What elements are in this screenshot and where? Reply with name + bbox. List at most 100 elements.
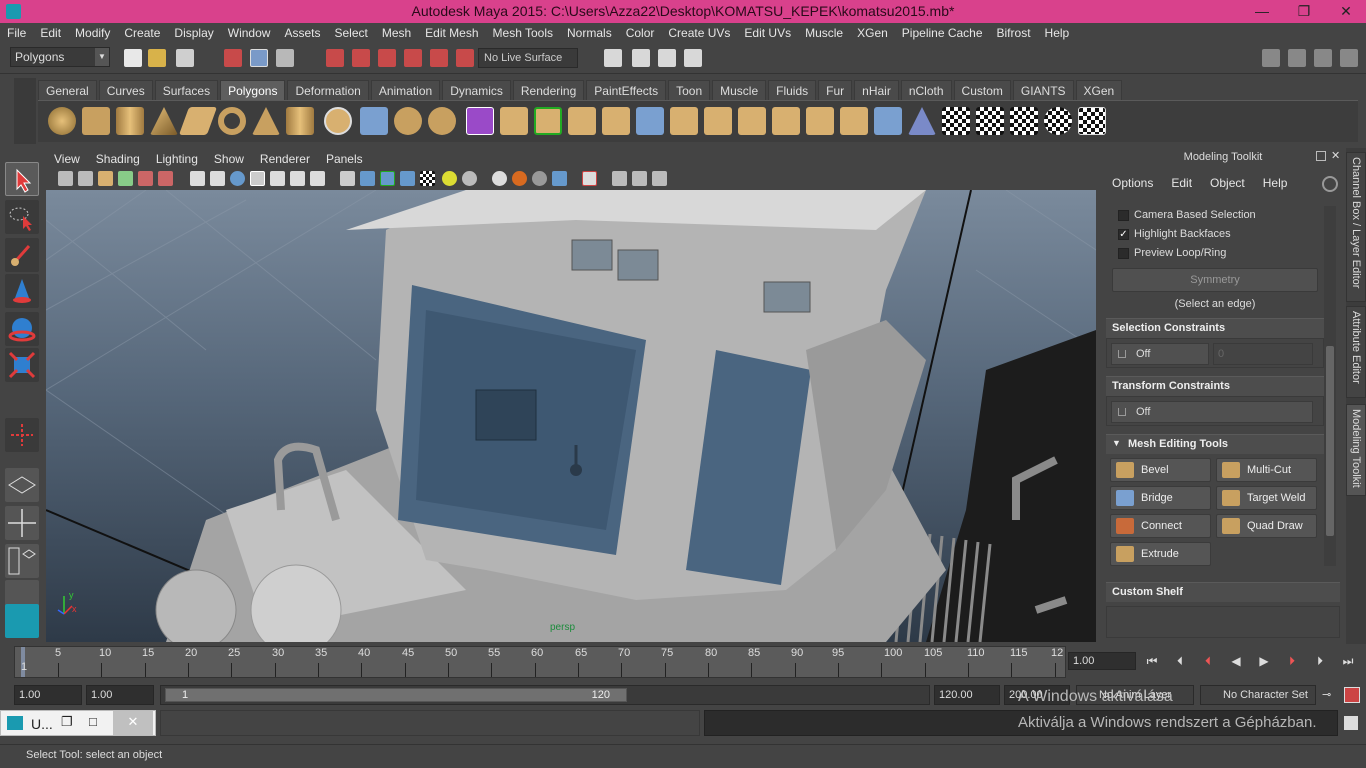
safe-action-icon[interactable] [652, 171, 667, 186]
extrude-button[interactable]: Extrude [1110, 542, 1211, 566]
preferences-icon[interactable] [1344, 687, 1360, 703]
toolkit-menu-object[interactable]: Object [1198, 172, 1251, 190]
menu-muscle[interactable]: Muscle [798, 23, 850, 40]
bridge-shelf-icon[interactable] [534, 107, 562, 135]
select-component-icon[interactable] [276, 49, 294, 67]
snap-surface-icon[interactable] [430, 49, 448, 67]
close-button[interactable]: ✕ [1326, 0, 1366, 23]
xray-joints-icon[interactable] [380, 171, 395, 186]
shelf-tab-surfaces[interactable]: Surfaces [154, 80, 219, 100]
menu-help[interactable]: Help [1038, 23, 1077, 40]
mel-command-input[interactable] [160, 710, 700, 736]
camera-based-selection-checkbox[interactable] [1118, 210, 1129, 221]
automatic-mapping-icon[interactable] [976, 107, 1004, 135]
poly-sphere-icon[interactable] [48, 107, 76, 135]
connect-button[interactable]: Connect [1110, 514, 1211, 538]
menu-file[interactable]: File [0, 23, 33, 40]
grid-icon[interactable] [138, 171, 153, 186]
cylindrical-mapping-icon[interactable] [908, 107, 936, 135]
checker-map-icon[interactable] [1078, 107, 1106, 135]
menu-mesh[interactable]: Mesh [375, 23, 418, 40]
step-forward-frame-icon[interactable]: ⏵ [1310, 652, 1330, 670]
menu-select[interactable]: Select [327, 23, 374, 40]
layout-uvs-icon[interactable] [1010, 107, 1038, 135]
poly-cone-icon[interactable] [150, 107, 178, 135]
outliner-layout-icon[interactable] [5, 544, 39, 578]
last-tool-icon[interactable] [5, 418, 39, 452]
custom-shelf-header[interactable]: Custom Shelf [1106, 582, 1340, 602]
close-panel-icon[interactable]: ✕ [1331, 149, 1343, 162]
duplicate-face-icon[interactable] [840, 107, 868, 135]
render-settings-icon[interactable] [658, 49, 676, 67]
shelf-tab-deformation[interactable]: Deformation [287, 80, 369, 100]
vp-menu-view[interactable]: View [46, 150, 88, 166]
ipr-render-icon[interactable] [632, 49, 650, 67]
transform-constraints-header[interactable]: Transform Constraints [1106, 376, 1324, 396]
average-vertices-icon[interactable] [500, 107, 528, 135]
menu-assets[interactable]: Assets [277, 23, 327, 40]
time-ruler[interactable]: 1 5 10 15 20 25 30 35 40 45 50 55 60 65 … [14, 646, 1066, 678]
highlight-backfaces-row[interactable]: ✓ Highlight Backfaces [1106, 225, 1324, 244]
shelf-menu-control[interactable] [14, 78, 36, 144]
current-frame-field[interactable]: 1.00 [1068, 652, 1136, 670]
range-bar[interactable]: 1 120 [160, 685, 930, 705]
modeling-toolkit-toggle-icon[interactable] [1262, 49, 1280, 67]
toolkit-menu-edit[interactable]: Edit [1159, 172, 1198, 190]
toolkit-menu-options[interactable]: Options [1100, 172, 1159, 190]
poly-cube-icon[interactable] [82, 107, 110, 135]
use-all-lights-icon[interactable] [250, 171, 265, 186]
preview-loop-ring-checkbox[interactable] [1118, 248, 1129, 259]
xray-active-icon[interactable] [360, 171, 375, 186]
playback-start-field[interactable]: 1.00 [86, 685, 154, 705]
select-object-icon[interactable] [250, 49, 268, 67]
vp-menu-renderer[interactable]: Renderer [252, 150, 318, 166]
restore-small-icon[interactable]: ❐ [61, 714, 73, 730]
play-forwards-icon[interactable]: ▶ [1254, 652, 1274, 670]
tab-channel-box[interactable]: Channel Box / Layer Editor [1346, 152, 1366, 302]
textured-icon[interactable] [230, 171, 245, 186]
menu-edit-uvs[interactable]: Edit UVs [737, 23, 798, 40]
interactive-split-icon[interactable] [738, 107, 766, 135]
menu-edit[interactable]: Edit [33, 23, 68, 40]
isolate-select-icon[interactable] [310, 171, 325, 186]
new-scene-icon[interactable] [124, 49, 142, 67]
smooth-icon[interactable] [466, 107, 494, 135]
split-polygon-icon[interactable] [636, 107, 664, 135]
shelf-tab-fur[interactable]: Fur [818, 80, 853, 100]
shelf-tab-fluids[interactable]: Fluids [768, 80, 817, 100]
wireframe-icon[interactable] [190, 171, 205, 186]
shelf-tab-animation[interactable]: Animation [370, 80, 441, 100]
shelf-tab-dynamics[interactable]: Dynamics [442, 80, 511, 100]
tool-settings-toggle-icon[interactable] [1314, 49, 1332, 67]
bookmarks-icon[interactable] [98, 171, 113, 186]
render-frame-icon[interactable] [604, 49, 622, 67]
menu-window[interactable]: Window [221, 23, 278, 40]
minimize-button[interactable]: — [1242, 0, 1282, 23]
unfold-uvs-icon[interactable] [1044, 107, 1072, 135]
multisample-aa-icon[interactable] [532, 171, 547, 186]
key-icon[interactable]: ⊸ [1322, 688, 1338, 702]
poly-plane-icon[interactable] [178, 107, 218, 135]
make-live-icon[interactable] [456, 49, 474, 67]
shelf-tab-toon[interactable]: Toon [668, 80, 711, 100]
vp-menu-shading[interactable]: Shading [88, 150, 148, 166]
mesh-editing-tools-header[interactable]: ▼ Mesh Editing Tools [1106, 434, 1324, 454]
gate-mask-icon[interactable] [612, 171, 627, 186]
menu-mesh-tools[interactable]: Mesh Tools [486, 23, 560, 40]
four-view-layout-icon[interactable] [5, 506, 39, 540]
menu-normals[interactable]: Normals [560, 23, 619, 40]
save-scene-icon[interactable] [176, 49, 194, 67]
target-weld-button[interactable]: Target Weld [1216, 486, 1317, 510]
shelf-tab-muscle[interactable]: Muscle [712, 80, 767, 100]
3d-viewport[interactable]: y x persp [46, 190, 1096, 642]
toolkit-menu-help[interactable]: Help [1251, 172, 1294, 190]
xray-icon[interactable] [340, 171, 355, 186]
menuset-dropdown[interactable]: Polygons ▼ [10, 47, 110, 67]
shelf-tab-rendering[interactable]: Rendering [512, 80, 585, 100]
playback-end-field[interactable]: 120.00 [934, 685, 1000, 705]
append-polygon-icon[interactable] [602, 107, 630, 135]
wireframe-on-shaded-icon[interactable] [400, 171, 415, 186]
menu-display[interactable]: Display [167, 23, 220, 40]
planar-mapping-icon[interactable] [874, 107, 902, 135]
tab-modeling-toolkit[interactable]: Modeling Toolkit [1346, 404, 1366, 496]
